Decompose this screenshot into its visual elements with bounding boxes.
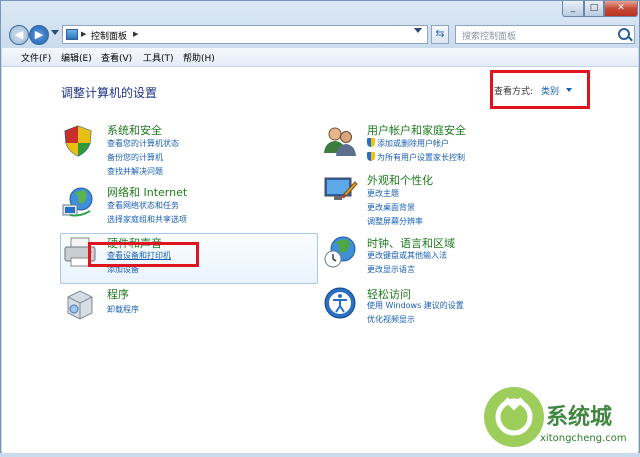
recent-pages-dropdown-icon[interactable] bbox=[51, 30, 59, 35]
address-dropdown-icon[interactable] bbox=[414, 28, 422, 33]
link-view-computer-status[interactable]: 查看您的计算机状态 bbox=[107, 138, 179, 149]
menu-file[interactable]: 文件(F) bbox=[21, 51, 51, 64]
link-parental-controls-label: 为所有用户设置家长控制 bbox=[377, 153, 465, 162]
refresh-button[interactable]: ⇆ bbox=[431, 25, 449, 44]
address-bar[interactable]: ▶ 控制面板 ▶ bbox=[62, 25, 428, 44]
link-parental-controls[interactable]: 为所有用户设置家长控制 bbox=[367, 152, 465, 163]
maximize-button[interactable]: □ bbox=[584, 1, 604, 17]
highlight-box-devices-printers bbox=[88, 242, 199, 267]
control-panel-icon bbox=[66, 29, 78, 40]
link-view-network-status[interactable]: 查看网络状态和任务 bbox=[107, 200, 179, 211]
forward-button[interactable]: ▶ bbox=[29, 25, 49, 45]
menu-bar: 文件(F) 编辑(E) 查看(V) 工具(T) 帮助(H) bbox=[2, 48, 638, 67]
link-optimize-video-display[interactable]: 优化视频显示 bbox=[367, 314, 415, 325]
user-accounts-icon[interactable] bbox=[322, 123, 358, 159]
network-globe-icon[interactable] bbox=[60, 184, 96, 220]
breadcrumb-control-panel[interactable]: 控制面板 bbox=[91, 29, 127, 42]
watermark-url: xitongcheng.com bbox=[540, 433, 627, 444]
menu-tools[interactable]: 工具(T) bbox=[143, 51, 174, 64]
watermark: 系统城 xitongcheng.com bbox=[476, 373, 640, 454]
menu-view[interactable]: 查看(V) bbox=[101, 51, 132, 64]
search-icon[interactable] bbox=[618, 28, 630, 40]
link-change-desktop-background[interactable]: 更改桌面背景 bbox=[367, 202, 415, 213]
link-windows-recommended-settings[interactable]: 使用 Windows 建议的设置 bbox=[367, 300, 464, 311]
link-uninstall-program[interactable]: 卸载程序 bbox=[107, 304, 139, 315]
title-bar: _ □ ✕ bbox=[1, 1, 639, 19]
back-button[interactable]: ◀ bbox=[9, 25, 29, 45]
programs-box-icon[interactable] bbox=[62, 285, 98, 321]
menu-help[interactable]: 帮助(H) bbox=[183, 51, 215, 64]
control-panel-window: _ □ ✕ ◀ ▶ ▶ 控制面板 ▶ ⇆ 搜索控制面板 文件(F) 编辑(E) … bbox=[0, 0, 640, 453]
link-change-keyboard[interactable]: 更改键盘或其他输入法 bbox=[367, 250, 447, 261]
refresh-icon: ⇆ bbox=[435, 27, 445, 40]
category-network-internet[interactable]: 网络和 Internet bbox=[107, 184, 187, 200]
link-change-theme[interactable]: 更改主题 bbox=[367, 188, 399, 199]
category-user-accounts[interactable]: 用户帐户和家庭安全 bbox=[367, 122, 466, 138]
category-system-security[interactable]: 系统和安全 bbox=[107, 122, 162, 138]
highlight-box-view-by bbox=[490, 70, 590, 109]
link-adjust-resolution[interactable]: 调整屏幕分辨率 bbox=[367, 216, 423, 227]
menu-edit[interactable]: 编辑(E) bbox=[61, 51, 92, 64]
search-box[interactable]: 搜索控制面板 bbox=[455, 25, 635, 44]
minimize-button[interactable]: _ bbox=[562, 1, 584, 17]
category-clock-language-region[interactable]: 时钟、语言和区域 bbox=[367, 235, 455, 251]
uac-shield-icon bbox=[367, 138, 375, 147]
clock-globe-icon[interactable] bbox=[322, 234, 358, 270]
link-add-remove-accounts[interactable]: 添加或删除用户帐户 bbox=[367, 138, 449, 149]
watermark-brand: 系统城 bbox=[546, 405, 613, 430]
link-change-display-language[interactable]: 更改显示语言 bbox=[367, 264, 415, 275]
search-placeholder: 搜索控制面板 bbox=[462, 32, 517, 42]
link-find-fix-problems[interactable]: 查找并解决问题 bbox=[107, 166, 163, 177]
page-title: 调整计算机的设置 bbox=[61, 86, 158, 100]
uac-shield-icon bbox=[367, 152, 375, 161]
link-backup-computer[interactable]: 备份您的计算机 bbox=[107, 152, 163, 163]
ease-of-access-icon[interactable] bbox=[322, 285, 358, 321]
breadcrumb-arrow-icon[interactable]: ▶ bbox=[133, 30, 138, 38]
link-add-remove-accounts-label: 添加或删除用户帐户 bbox=[377, 139, 449, 148]
breadcrumb-arrow-icon[interactable]: ▶ bbox=[81, 30, 86, 38]
appearance-icon[interactable] bbox=[322, 172, 358, 208]
category-appearance[interactable]: 外观和个性化 bbox=[367, 172, 433, 188]
link-homegroup-sharing[interactable]: 选择家庭组和共享选项 bbox=[107, 214, 187, 225]
shield-icon[interactable] bbox=[60, 123, 96, 159]
close-button[interactable]: ✕ bbox=[604, 1, 638, 17]
category-programs[interactable]: 程序 bbox=[107, 286, 129, 302]
